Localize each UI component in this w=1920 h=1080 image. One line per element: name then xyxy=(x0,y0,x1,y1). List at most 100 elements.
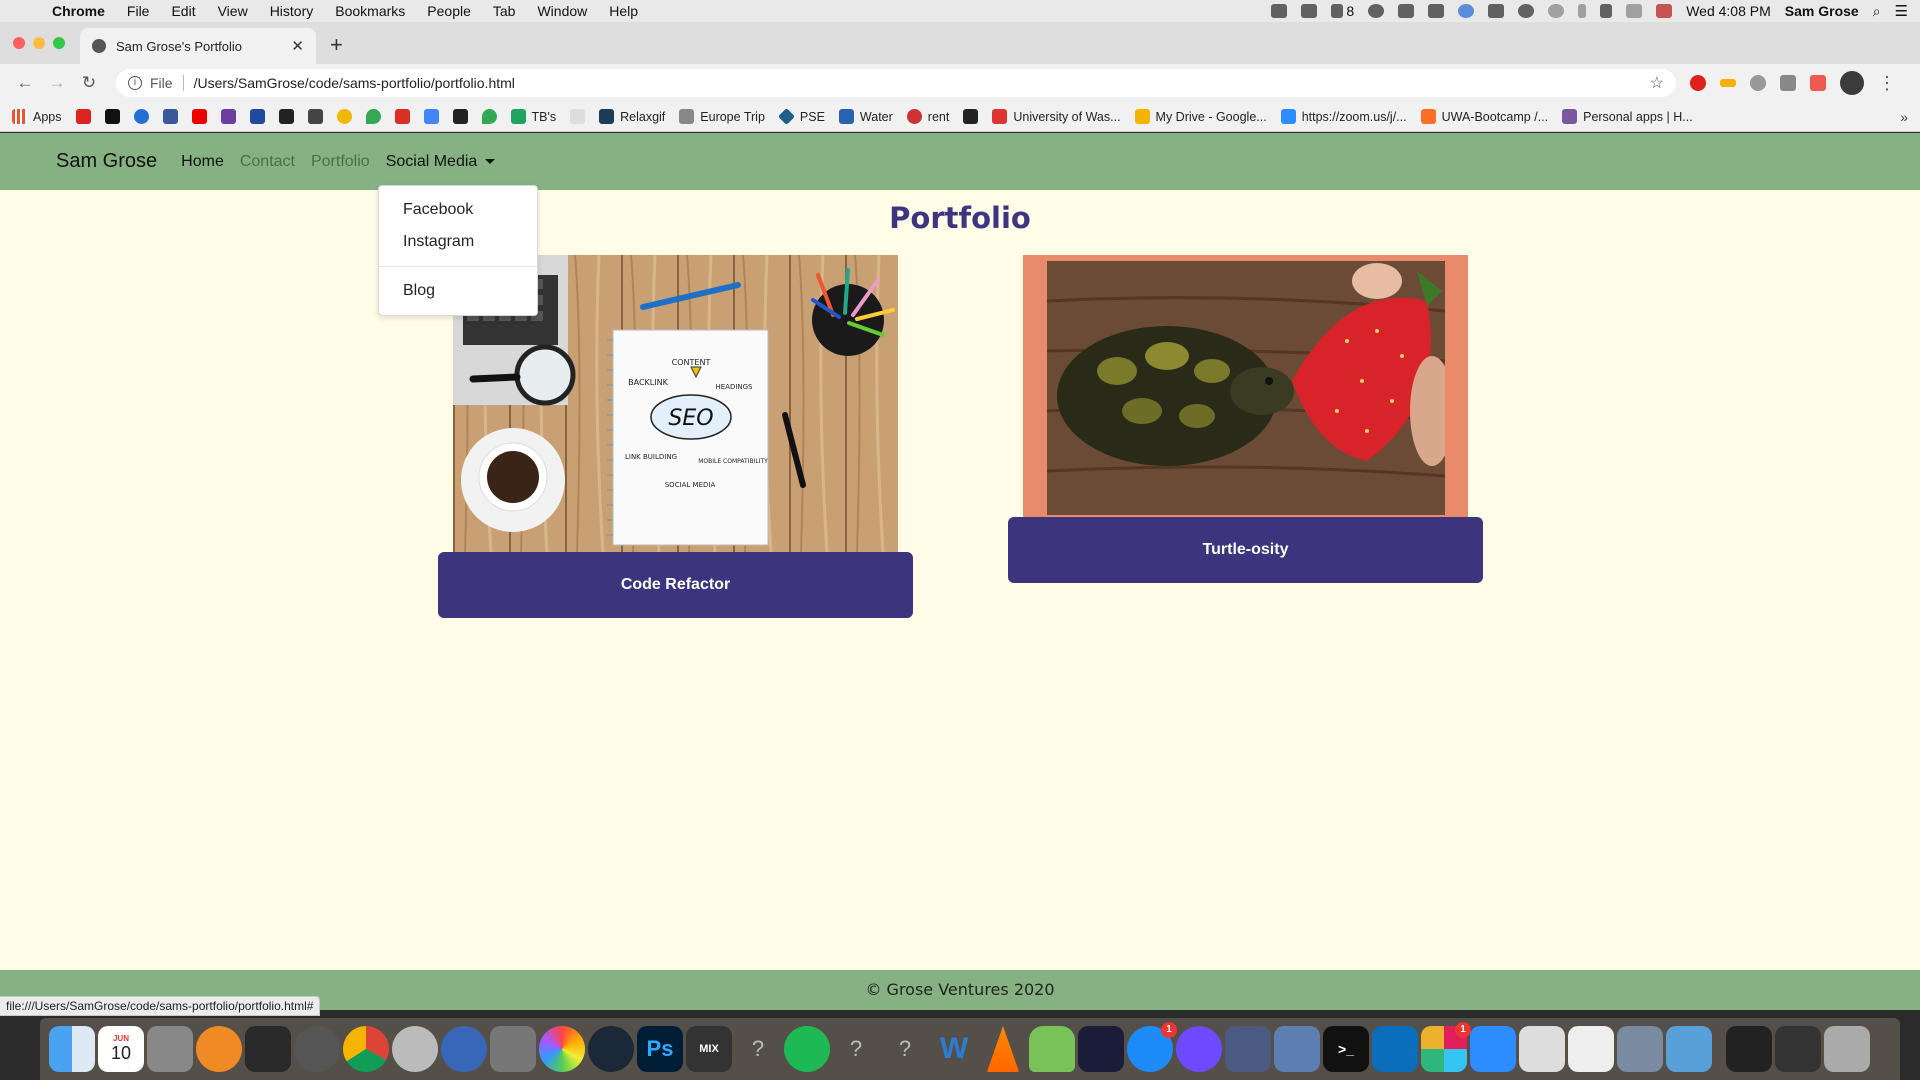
mixxx-icon[interactable]: MIX xyxy=(686,1026,732,1072)
reload-button[interactable]: ↻ xyxy=(76,73,102,93)
bookmark-briefcase[interactable] xyxy=(307,109,323,124)
preview-icon[interactable] xyxy=(1519,1026,1565,1072)
proton-vpn-icon[interactable] xyxy=(1176,1026,1222,1072)
bookmark-amazon-2[interactable] xyxy=(452,109,468,124)
info-icon[interactable]: i xyxy=(128,76,142,90)
time-machine-icon[interactable] xyxy=(1548,4,1565,18)
bookmark-youtube[interactable] xyxy=(191,109,207,124)
menu-window[interactable]: Window xyxy=(537,3,587,19)
back-button[interactable]: ← xyxy=(12,73,38,93)
close-tab-icon[interactable]: ✕ xyxy=(291,37,304,55)
bookmark-translate[interactable] xyxy=(423,109,439,124)
calculator-icon[interactable] xyxy=(147,1026,193,1072)
blocked-app-icon[interactable] xyxy=(1225,1026,1271,1072)
bookmark-sun[interactable] xyxy=(336,109,352,124)
affinity-icon[interactable] xyxy=(1078,1026,1124,1072)
dropdown-instagram[interactable]: Instagram xyxy=(379,226,537,258)
bookmark-slack[interactable] xyxy=(220,109,236,124)
dropdown-blog[interactable]: Blog xyxy=(379,275,537,307)
camera-icon[interactable] xyxy=(1271,4,1288,18)
steam-icon[interactable] xyxy=(588,1026,634,1072)
textedit-icon[interactable] xyxy=(1568,1026,1614,1072)
screenshot-icon[interactable] xyxy=(1617,1026,1663,1072)
photos-icon[interactable] xyxy=(539,1026,585,1072)
notification-center-icon[interactable]: ☰ xyxy=(1895,2,1908,20)
menu-tab[interactable]: Tab xyxy=(493,3,516,19)
bookmark-university[interactable]: University of Was... xyxy=(992,109,1121,124)
unknown-app-icon[interactable]: ? xyxy=(735,1026,781,1072)
bookmark-relaxgif[interactable]: Relaxgif xyxy=(599,109,665,124)
shazam-icon[interactable] xyxy=(1458,4,1475,18)
display-icon[interactable] xyxy=(1488,4,1505,18)
menu-datetime[interactable]: Wed 4:08 PM xyxy=(1686,3,1771,19)
minimize-window-button[interactable] xyxy=(33,37,45,49)
user-tray-icon[interactable] xyxy=(1428,4,1445,18)
extension-icon[interactable] xyxy=(1750,75,1766,91)
forward-button[interactable]: → xyxy=(44,73,70,93)
bookmark-europe-trip[interactable]: Europe Trip xyxy=(679,109,765,124)
new-tab-button[interactable]: + xyxy=(330,32,343,58)
dropbox-icon[interactable] xyxy=(1301,4,1318,18)
bookmark-water[interactable]: Water xyxy=(838,109,893,124)
calendar-icon[interactable]: JUN 10 xyxy=(98,1026,144,1072)
unknown-app-icon[interactable]: ? xyxy=(833,1026,879,1072)
clipboard-icon[interactable] xyxy=(1398,4,1415,18)
bookmark-facebook[interactable] xyxy=(162,109,178,124)
virtualbox-icon[interactable] xyxy=(490,1026,536,1072)
url-text[interactable]: /Users/SamGrose/code/sams-portfolio/port… xyxy=(194,75,515,91)
xcode-icon[interactable] xyxy=(1666,1026,1712,1072)
bookmark-car[interactable] xyxy=(963,109,979,124)
slack-icon[interactable]: 1 xyxy=(1421,1022,1471,1072)
terminal-icon[interactable]: >_ xyxy=(1323,1026,1369,1072)
nav-social-media-toggle[interactable]: Social Media xyxy=(386,153,496,171)
share-extension-icon[interactable] xyxy=(1810,75,1826,91)
bookmark-maps-2[interactable] xyxy=(481,109,497,124)
bookmark-rent[interactable]: rent xyxy=(906,109,949,124)
bookmarks-overflow-icon[interactable]: » xyxy=(1900,109,1908,125)
window-icon[interactable] xyxy=(1726,1026,1772,1072)
bookmark-bank[interactable] xyxy=(249,109,265,124)
bookmark-3[interactable] xyxy=(133,109,149,124)
photoshop-icon[interactable]: Ps xyxy=(637,1026,683,1072)
window-icon[interactable] xyxy=(1775,1026,1821,1072)
menu-app-name[interactable]: Chrome xyxy=(52,3,105,19)
books-icon[interactable] xyxy=(196,1026,242,1072)
launchpad-icon[interactable] xyxy=(294,1026,340,1072)
flag-icon[interactable] xyxy=(1656,4,1673,18)
bookmark-zoom[interactable]: https://zoom.us/j/... xyxy=(1280,109,1407,124)
opera-extension-icon[interactable] xyxy=(1690,75,1706,91)
bookmark-gmail[interactable] xyxy=(394,109,410,124)
bookmark-wiki[interactable] xyxy=(570,109,586,124)
spotlight-icon[interactable]: ⌕ xyxy=(1873,3,1881,20)
site-brand[interactable]: Sam Grose xyxy=(56,150,157,173)
menu-edit[interactable]: Edit xyxy=(171,3,195,19)
wordpress-icon[interactable] xyxy=(1368,4,1385,18)
unknown-app-icon[interactable]: ? xyxy=(882,1026,928,1072)
word-icon[interactable]: W xyxy=(931,1026,977,1072)
bookmark-maps[interactable] xyxy=(365,109,381,124)
network-utility-icon[interactable] xyxy=(441,1026,487,1072)
menu-bookmarks[interactable]: Bookmarks xyxy=(335,3,405,19)
app-store-icon[interactable]: 1 xyxy=(1127,1022,1177,1072)
bookmark-star-icon[interactable]: ☆ xyxy=(1650,73,1664,93)
quicktime-icon[interactable] xyxy=(392,1026,438,1072)
trash-icon[interactable] xyxy=(1824,1026,1870,1072)
eject-icon[interactable] xyxy=(1600,4,1613,18)
spotify-icon[interactable] xyxy=(784,1026,830,1072)
bookmark-w[interactable] xyxy=(104,109,120,124)
bluetooth-icon[interactable] xyxy=(1578,4,1587,18)
bookmark-tbs[interactable]: TB's xyxy=(510,109,556,124)
dropbox-extension-icon[interactable] xyxy=(1780,75,1796,91)
adobe-icon[interactable]: 8 xyxy=(1331,3,1354,19)
chrome-icon[interactable] xyxy=(343,1026,389,1072)
android-studio-icon[interactable] xyxy=(1029,1026,1075,1072)
menu-history[interactable]: History xyxy=(270,3,314,19)
wifi-icon[interactable] xyxy=(1518,4,1535,18)
menu-user[interactable]: Sam Grose xyxy=(1785,3,1859,19)
code-refactor-button[interactable]: Code Refactor xyxy=(438,552,913,618)
vscode-icon[interactable] xyxy=(1372,1026,1418,1072)
finder-icon[interactable] xyxy=(49,1026,95,1072)
zoom-app-icon[interactable] xyxy=(1470,1026,1516,1072)
chrome-menu-icon[interactable]: ⋮ xyxy=(1878,73,1896,94)
menu-people[interactable]: People xyxy=(427,3,471,19)
